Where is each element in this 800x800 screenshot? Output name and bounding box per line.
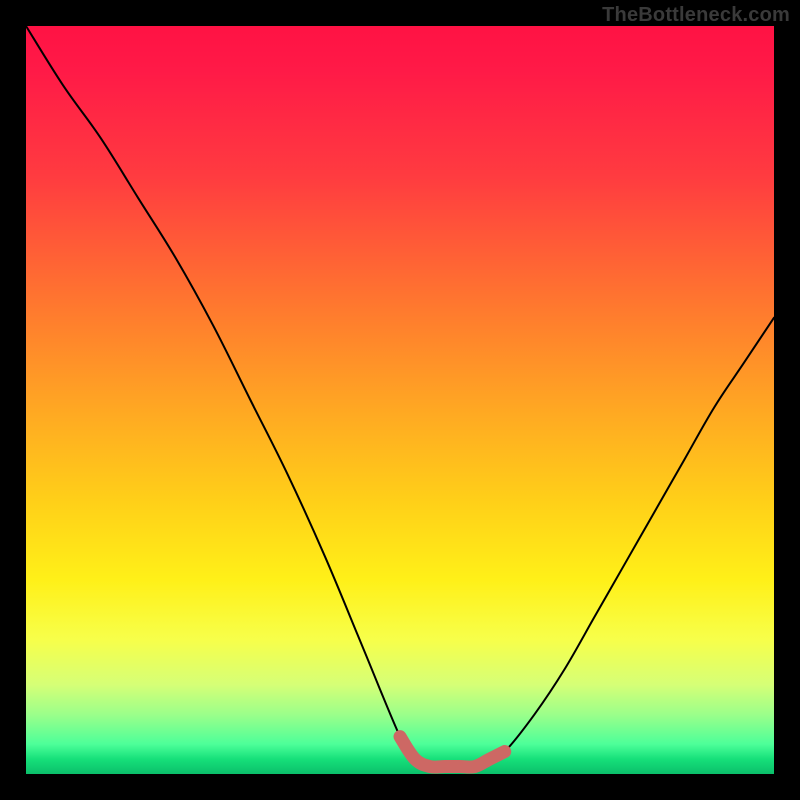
chart-frame: TheBottleneck.com (0, 0, 800, 800)
watermark-text: TheBottleneck.com (602, 4, 790, 27)
chart-plot-area (26, 26, 774, 774)
trough-highlight (400, 737, 505, 768)
bottleneck-curve-line (26, 26, 774, 767)
chart-svg (26, 26, 774, 774)
